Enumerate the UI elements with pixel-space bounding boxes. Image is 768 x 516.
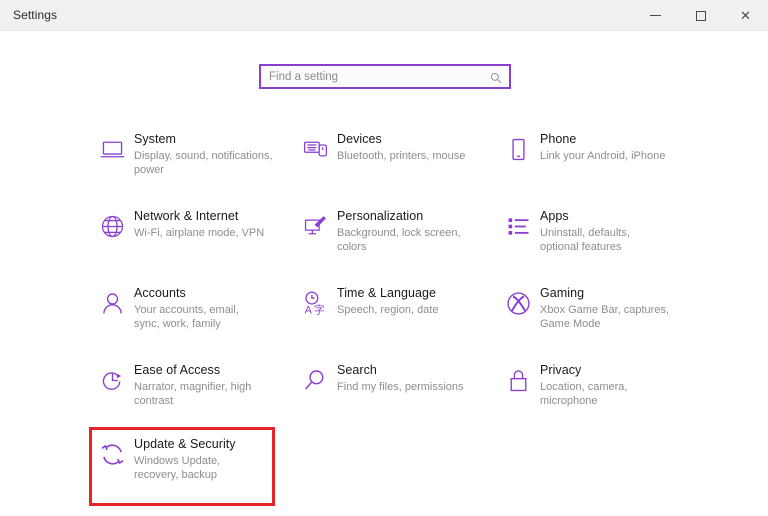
clock-language-icon: A 字 xyxy=(293,286,337,318)
settings-tile-devices[interactable]: Devices Bluetooth, printers, mouse xyxy=(293,126,496,203)
phone-icon xyxy=(496,132,540,164)
tile-description: Display, sound, notifications, power xyxy=(134,150,273,176)
paintbrush-monitor-icon xyxy=(293,209,337,241)
keyboard-mouse-icon xyxy=(293,132,337,164)
tile-description: Find my files, permissions xyxy=(337,381,464,393)
tile-title: Apps xyxy=(540,209,569,223)
laptop-icon xyxy=(90,132,134,164)
settings-grid: System Display, sound, notifications, po… xyxy=(90,126,700,434)
tile-description: Location, camera, microphone xyxy=(540,381,628,407)
settings-row: Network & Internet Wi-Fi, airplane mode,… xyxy=(90,203,700,280)
search-box[interactable] xyxy=(259,64,511,89)
tile-title: Accounts xyxy=(134,286,186,300)
settings-tile-apps[interactable]: Apps Uninstall, defaults, optional featu… xyxy=(496,203,699,280)
minimize-icon xyxy=(650,15,661,16)
settings-tile-system[interactable]: System Display, sound, notifications, po… xyxy=(90,126,293,203)
settings-tile-accounts[interactable]: Accounts Your accounts, email, sync, wor… xyxy=(90,280,293,357)
search-icon[interactable] xyxy=(490,71,502,83)
svg-text:A: A xyxy=(304,304,312,316)
tile-description: Windows Update, recovery, backup xyxy=(134,455,221,481)
settings-row: Update & Security Windows Update, recove… xyxy=(90,437,700,514)
lock-icon xyxy=(496,363,540,395)
settings-tile-ease-of-access[interactable]: Ease of Access Narrator, magnifier, high… xyxy=(90,357,293,434)
tile-title: Gaming xyxy=(540,286,585,300)
settings-tile-time-language[interactable]: A 字 Time & Language Speech, region, date xyxy=(293,280,496,357)
close-icon: ✕ xyxy=(740,8,751,23)
tile-description: Bluetooth, printers, mouse xyxy=(337,150,466,162)
tile-description: Your accounts, email, sync, work, family xyxy=(134,304,239,330)
accessibility-clock-icon xyxy=(90,363,134,395)
settings-tile-personalization[interactable]: Personalization Background, lock screen,… xyxy=(293,203,496,280)
sync-arrows-icon xyxy=(90,437,134,469)
tile-description: Uninstall, defaults, optional features xyxy=(540,227,630,253)
minimize-button[interactable] xyxy=(633,0,678,31)
tile-title: Personalization xyxy=(337,209,424,223)
tile-title: Phone xyxy=(540,132,577,146)
xbox-icon xyxy=(496,286,540,318)
tile-title: Devices xyxy=(337,132,382,146)
globe-icon xyxy=(90,209,134,241)
tile-title: Update & Security xyxy=(134,437,236,451)
settings-row: Ease of Access Narrator, magnifier, high… xyxy=(90,357,700,434)
list-icon xyxy=(496,209,540,241)
settings-tile-phone[interactable]: Phone Link your Android, iPhone xyxy=(496,126,699,203)
tile-description: Wi-Fi, airplane mode, VPN xyxy=(134,227,265,239)
window-title: Settings xyxy=(13,8,58,22)
settings-tile-search[interactable]: Search Find my files, permissions xyxy=(293,357,496,434)
tile-title: Search xyxy=(337,363,377,377)
tile-description: Xbox Game Bar, captures, Game Mode xyxy=(540,304,670,330)
tile-title: Network & Internet xyxy=(134,209,239,223)
settings-row: System Display, sound, notifications, po… xyxy=(90,126,700,203)
tile-title: System xyxy=(134,132,176,146)
tile-title: Ease of Access xyxy=(134,363,221,377)
settings-tile-gaming[interactable]: Gaming Xbox Game Bar, captures, Game Mod… xyxy=(496,280,699,357)
settings-window: Settings ✕ Find a setting System Display… xyxy=(0,0,768,516)
settings-tile-privacy[interactable]: Privacy Location, camera, microphone xyxy=(496,357,699,434)
tile-title: Time & Language xyxy=(337,286,436,300)
settings-tile-update-security[interactable]: Update & Security Windows Update, recove… xyxy=(90,437,293,514)
settings-row: Accounts Your accounts, email, sync, wor… xyxy=(90,280,700,357)
maximize-icon xyxy=(695,10,706,21)
close-button[interactable]: ✕ xyxy=(723,0,768,31)
maximize-button[interactable] xyxy=(678,0,723,31)
tile-title: Privacy xyxy=(540,363,582,377)
window-controls: ✕ xyxy=(633,0,768,31)
magnifier-icon xyxy=(293,363,337,395)
tile-description: Speech, region, date xyxy=(337,304,439,316)
tile-description: Link your Android, iPhone xyxy=(540,150,666,162)
settings-tile-network-internet[interactable]: Network & Internet Wi-Fi, airplane mode,… xyxy=(90,203,293,280)
tile-description: Narrator, magnifier, high contrast xyxy=(134,381,252,407)
tile-description: Background, lock screen, colors xyxy=(337,227,461,253)
title-bar: Settings ✕ xyxy=(0,0,768,31)
svg-text:字: 字 xyxy=(313,302,324,316)
search-container xyxy=(259,64,511,89)
search-input[interactable] xyxy=(261,66,481,87)
person-icon xyxy=(90,286,134,318)
